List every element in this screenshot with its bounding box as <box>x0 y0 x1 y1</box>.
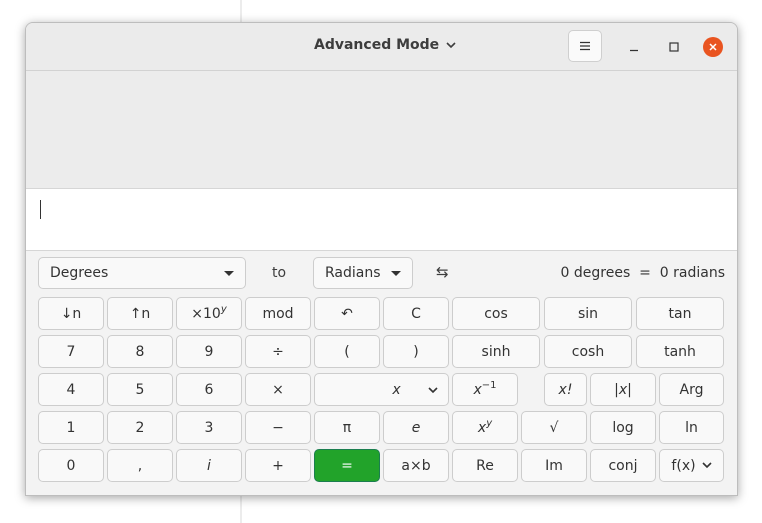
imaginary-i-button[interactable]: i <box>176 449 242 482</box>
power-y-label: y <box>486 418 493 429</box>
minimize-icon <box>630 49 638 52</box>
times-ten-label: ×10 <box>191 305 221 322</box>
cos-button[interactable]: cos <box>452 297 540 330</box>
tan-button[interactable]: tan <box>636 297 724 330</box>
real-part-button[interactable]: Re <box>452 449 518 482</box>
euler-button[interactable]: e <box>383 411 449 444</box>
digit-2-button[interactable]: 2 <box>107 411 173 444</box>
arg-button[interactable]: Arg <box>659 373 724 406</box>
power-x-label: x <box>477 419 487 436</box>
hamburger-icon <box>580 41 590 51</box>
divide-button[interactable]: ÷ <box>245 335 311 368</box>
inverse-power-label: −1 <box>481 380 497 391</box>
function-dropdown-button[interactable]: f(x) <box>659 449 724 482</box>
to-unit-dropdown[interactable]: Radians <box>313 257 413 289</box>
power-button[interactable]: xy <box>452 411 518 444</box>
chevron-down-icon <box>428 387 438 394</box>
add-button[interactable]: + <box>245 449 311 482</box>
sinh-button[interactable]: sinh <box>452 335 540 368</box>
subtract-button[interactable]: − <box>245 411 311 444</box>
digit-7-button[interactable]: 7 <box>38 335 104 368</box>
digit-4-button[interactable]: 4 <box>38 373 104 406</box>
sin-button[interactable]: sin <box>544 297 632 330</box>
inverse-button[interactable]: x −1 <box>452 373 518 406</box>
superscript-button[interactable]: ↑n <box>107 297 173 330</box>
multiply-button[interactable]: × <box>245 373 311 406</box>
close-paren-button[interactable]: ) <box>383 335 449 368</box>
expression-entry[interactable] <box>26 189 737 251</box>
digit-6-button[interactable]: 6 <box>176 373 242 406</box>
close-icon <box>709 43 717 51</box>
mode-selector[interactable]: Advanced Mode <box>314 37 456 53</box>
to-unit-label: Radians <box>325 265 381 281</box>
square-root-button[interactable]: √ <box>521 411 587 444</box>
digit-3-button[interactable]: 3 <box>176 411 242 444</box>
history-view <box>26 71 737 189</box>
factorial-button[interactable]: x! <box>544 373 587 406</box>
chevron-down-icon <box>446 41 456 48</box>
from-unit-dropdown[interactable]: Degrees <box>38 257 246 289</box>
equals-button[interactable]: = <box>314 449 380 482</box>
function-label: f(x) <box>671 457 696 474</box>
conversion-bar: Degrees to Radians ⇆ 0 degrees = 0 radia… <box>26 251 737 295</box>
ln-button[interactable]: ln <box>659 411 724 444</box>
variable-x-label: x <box>392 381 401 398</box>
minimize-button[interactable] <box>622 35 646 59</box>
variable-x-dropdown-button[interactable]: x <box>314 373 449 406</box>
decimal-separator-button[interactable]: , <box>107 449 173 482</box>
digit-5-button[interactable]: 5 <box>107 373 173 406</box>
pi-button[interactable]: π <box>314 411 380 444</box>
text-caret <box>40 200 41 219</box>
to-label: to <box>272 265 287 281</box>
hamburger-menu-button[interactable] <box>568 30 602 62</box>
tanh-button[interactable]: tanh <box>636 335 724 368</box>
cosh-button[interactable]: cosh <box>544 335 632 368</box>
inverse-x-label: x <box>473 381 482 398</box>
imaginary-part-button[interactable]: Im <box>521 449 587 482</box>
mod-button[interactable]: mod <box>245 297 311 330</box>
window-title: Advanced Mode <box>314 37 440 53</box>
chevron-down-icon <box>701 462 712 469</box>
from-unit-label: Degrees <box>50 265 109 281</box>
title-bar: Advanced Mode <box>26 23 737 71</box>
conversion-result: 0 degrees = 0 radians <box>560 265 725 281</box>
undo-button[interactable]: ↶ <box>314 297 380 330</box>
log-button[interactable]: log <box>590 411 656 444</box>
open-paren-button[interactable]: ( <box>314 335 380 368</box>
clear-button[interactable]: C <box>383 297 449 330</box>
factorize-button[interactable]: a×b <box>383 449 449 482</box>
conjugate-button[interactable]: conj <box>590 449 656 482</box>
maximize-button[interactable] <box>662 35 686 59</box>
maximize-icon <box>669 42 679 52</box>
digit-8-button[interactable]: 8 <box>107 335 173 368</box>
calculator-window: Advanced Mode Degrees to Radians ⇆ 0 deg… <box>25 22 738 496</box>
subscript-button[interactable]: ↓n <box>38 297 104 330</box>
close-button[interactable] <box>703 37 723 57</box>
dropdown-arrow-icon <box>391 270 401 276</box>
power-y-label: y <box>220 304 227 315</box>
digit-1-button[interactable]: 1 <box>38 411 104 444</box>
times-ten-power-button[interactable]: ×10 y <box>176 297 242 330</box>
swap-units-icon[interactable]: ⇆ <box>436 263 449 281</box>
absolute-value-button[interactable]: |x| <box>590 373 656 406</box>
dropdown-arrow-icon <box>224 270 234 276</box>
digit-0-button[interactable]: 0 <box>38 449 104 482</box>
digit-9-button[interactable]: 9 <box>176 335 242 368</box>
